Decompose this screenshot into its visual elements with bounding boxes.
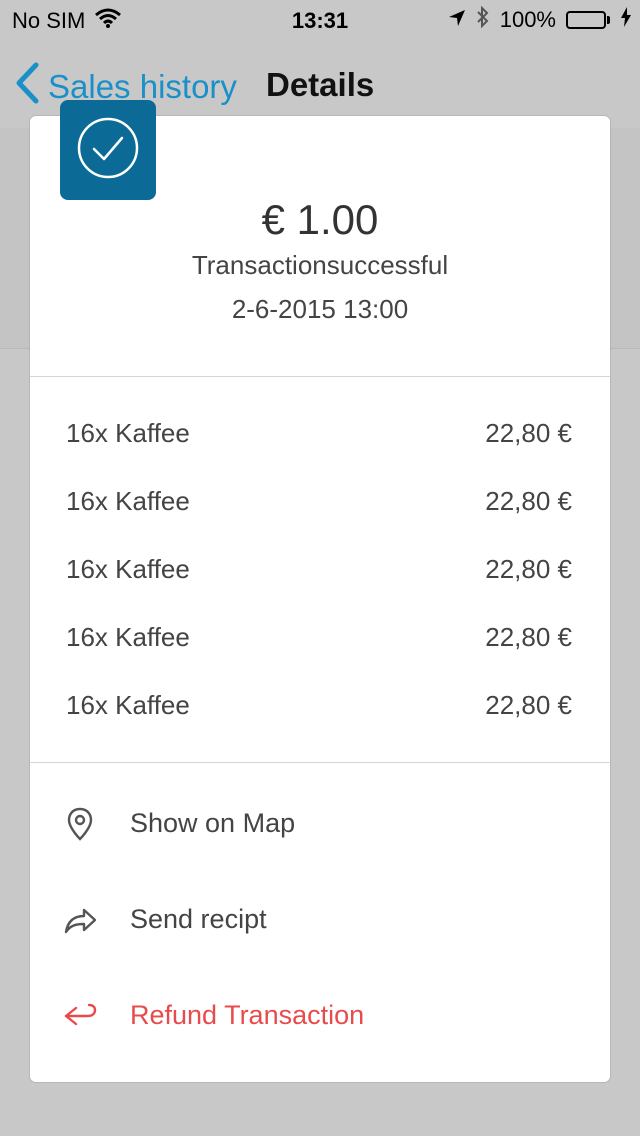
item-price: 22,80 € [485,486,572,516]
chevron-left-icon [14,62,48,112]
item-name: 16x Kaffee [66,690,190,720]
item-price: 22,80 € [485,554,572,584]
action-label: Refund Transaction [130,1000,365,1030]
divider [30,376,610,377]
show-on-map-button[interactable]: Show on Map [30,776,610,872]
item-name: 16x Kaffee [66,622,190,652]
transaction-datetime: 2-6-2015 13:00 [231,294,409,324]
list-item: 16x Kaffee 22,80 € [30,672,610,740]
list-item: 16x Kaffee 22,80 € [30,536,610,604]
page-title: Details [266,66,375,103]
battery-icon [566,11,610,29]
action-label: Send recipt [130,904,267,934]
checkmark-circle-icon [76,116,140,185]
location-arrow-icon [448,7,466,33]
status-right: 100% [448,5,632,34]
transaction-card: € 1.00 Transactionsuccessful 2-6-2015 13… [30,116,610,1082]
list-item: 16x Kaffee 22,80 € [30,604,610,672]
success-badge [60,100,156,200]
bluetooth-icon [476,5,490,34]
list-item: 16x Kaffee 22,80 € [30,400,610,468]
list-item: 16x Kaffee 22,80 € [30,468,610,536]
item-price: 22,80 € [485,690,572,720]
action-label: Show on Map [130,808,296,838]
refund-arrow-icon [62,998,98,1034]
divider [30,762,610,763]
item-name: 16x Kaffee [66,486,190,516]
action-list: Show on Map Send recipt Refund Transacti… [30,776,610,1064]
transaction-status: Transactionsuccessful [191,250,449,280]
item-name: 16x Kaffee [66,418,190,448]
status-bar: No SIM 13:31 100% [0,0,640,40]
map-pin-icon [62,806,98,842]
refund-transaction-button[interactable]: Refund Transaction [30,968,610,1064]
send-receipt-button[interactable]: Send recipt [30,872,610,968]
item-name: 16x Kaffee [66,554,190,584]
item-price: 22,80 € [485,418,572,448]
battery-percent: 100% [499,7,556,32]
share-arrow-icon [62,902,98,938]
charging-icon [620,7,632,33]
transaction-amount: € 1.00 [261,196,379,243]
item-price: 22,80 € [485,622,572,652]
item-list: 16x Kaffee 22,80 € 16x Kaffee 22,80 € 16… [30,400,610,740]
